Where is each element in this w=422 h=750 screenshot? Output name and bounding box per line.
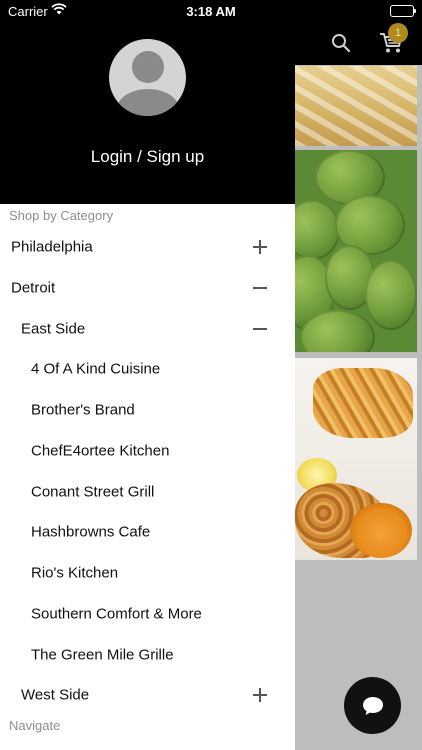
category-label: Rio's Kitchen — [31, 564, 119, 582]
category-label: Detroit — [11, 279, 56, 297]
main-content: 1 — [295, 0, 422, 750]
chat-button[interactable] — [344, 677, 401, 734]
category-item[interactable]: 4 Of A Kind Cuisine — [0, 349, 295, 389]
category-label: 4 Of A Kind Cuisine — [31, 360, 161, 378]
chat-bubble-icon — [363, 697, 383, 715]
side-drawer: Login / Sign up Shop by Category Philade… — [0, 0, 295, 750]
login-signup-link[interactable]: Login / Sign up — [0, 147, 295, 167]
shop-by-category-label: Shop by Category — [9, 208, 114, 223]
category-label: Conant Street Grill — [31, 483, 155, 501]
category-item[interactable]: Rio's Kitchen — [0, 553, 295, 593]
battery-icon — [390, 5, 416, 17]
category-label: Brother's Brand — [31, 401, 135, 419]
drawer-header: Login / Sign up — [0, 0, 295, 204]
category-label: Hashbrowns Cafe — [31, 523, 151, 541]
category-item[interactable]: The Green Mile Grille — [0, 635, 295, 675]
category-label: Philadelphia — [11, 238, 93, 256]
category-item[interactable]: ChefE4ortee Kitchen — [0, 431, 295, 471]
navigate-label: Navigate — [9, 718, 61, 733]
category-item[interactable]: Brother's Brand — [0, 390, 295, 430]
search-icon[interactable] — [331, 33, 351, 53]
collapse-minus-icon[interactable] — [253, 281, 267, 295]
category-item[interactable]: Southern Comfort & More — [0, 594, 295, 634]
status-bar: Carrier 3:18 AM — [0, 0, 422, 24]
fish-and-fries-image[interactable] — [295, 358, 417, 560]
category-item[interactable]: Conant Street Grill — [0, 472, 295, 512]
expand-plus-icon[interactable] — [253, 240, 267, 254]
category-philadelphia[interactable]: Philadelphia — [0, 227, 295, 267]
collapse-minus-icon[interactable] — [253, 322, 267, 336]
expand-plus-icon[interactable] — [253, 688, 267, 702]
category-label: Southern Comfort & More — [31, 605, 202, 623]
category-east-side[interactable]: East Side — [0, 309, 295, 349]
pasta-image[interactable] — [295, 66, 417, 146]
cart-count-badge: 1 — [388, 23, 408, 43]
avatar[interactable] — [109, 39, 186, 116]
category-label: ChefE4ortee Kitchen — [31, 442, 170, 460]
status-time: 3:18 AM — [186, 4, 236, 19]
soursop-image[interactable] — [295, 150, 417, 352]
category-label: East Side — [21, 320, 86, 338]
category-item[interactable]: Hashbrowns Cafe — [0, 512, 295, 552]
category-west-side[interactable]: West Side — [0, 675, 295, 715]
category-detroit[interactable]: Detroit — [0, 268, 295, 308]
category-label: West Side — [21, 686, 90, 704]
category-label: The Green Mile Grille — [31, 646, 174, 664]
